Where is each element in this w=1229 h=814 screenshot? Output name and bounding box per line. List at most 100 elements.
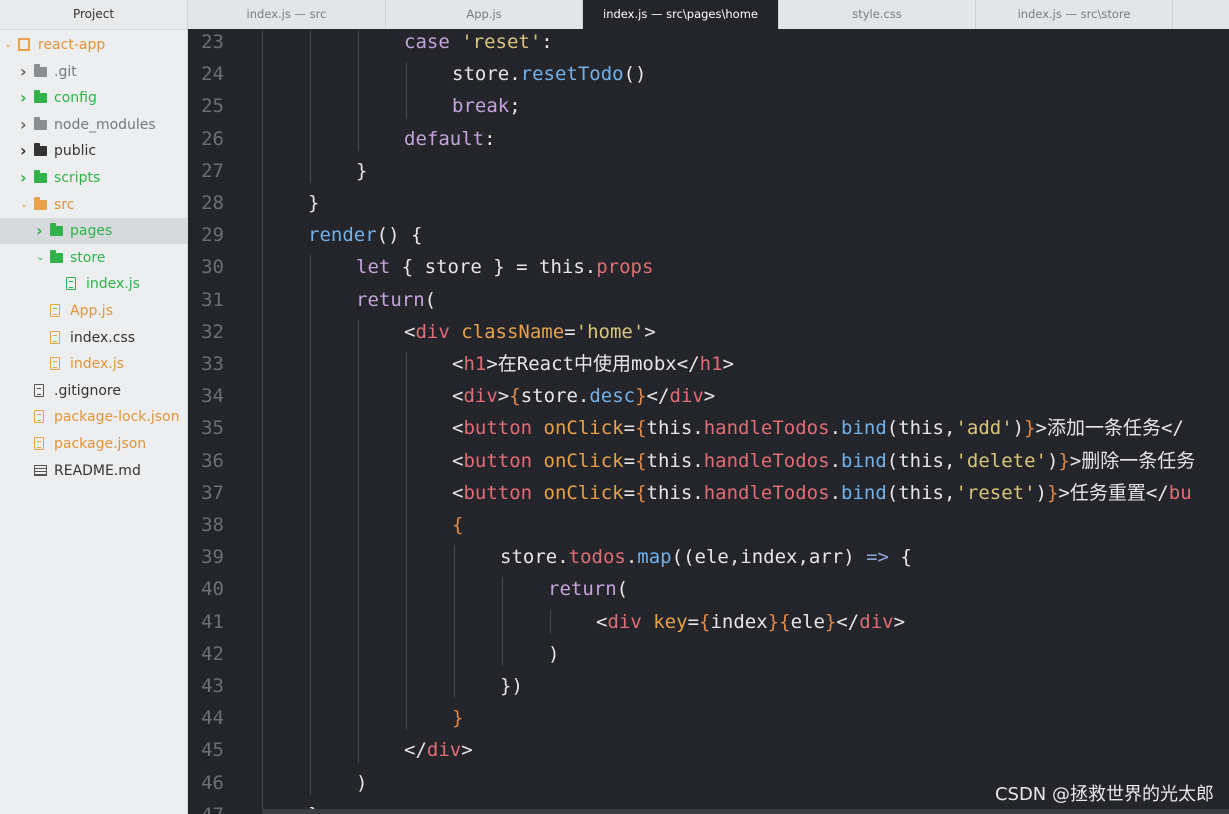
code-token: >添加一条任务</ — [1035, 417, 1184, 440]
tree-item-label: index.js — [70, 356, 124, 373]
code-line: <button onClick={this.handleTodos.bind(t… — [452, 477, 1192, 509]
editor-tab[interactable]: index.js — src\pages\home — [583, 0, 779, 29]
tree-item-label: store — [70, 249, 106, 266]
code-token: { — [779, 610, 791, 633]
code-token: ) — [356, 771, 368, 794]
line-number: 23 — [201, 31, 224, 53]
line-number: 42 — [201, 642, 224, 665]
code-token: handleTodos — [703, 481, 830, 504]
code-token: handleTodos — [703, 417, 830, 440]
chevron-right-icon[interactable]: › — [36, 218, 43, 244]
editor-tab[interactable]: index.js — src\store — [976, 0, 1173, 29]
code-token: ((ele,index,arr) — [671, 546, 867, 569]
chevron-right-icon[interactable]: › — [20, 85, 27, 111]
code-token: h1 — [463, 353, 487, 375]
code-token: () — [623, 63, 647, 86]
code-token: this. — [646, 417, 704, 440]
code-token: this. — [646, 449, 704, 472]
code-token: render — [308, 224, 377, 247]
code-token: > — [497, 385, 510, 408]
code-line: } — [308, 187, 319, 219]
tree-item[interactable]: .gitignore — [0, 378, 187, 404]
code-token: { store } = this. — [390, 256, 597, 279]
chevron-right-icon[interactable]: › — [20, 59, 27, 85]
editor-tab[interactable]: App.js — [386, 0, 583, 29]
code-token: { — [635, 481, 647, 504]
folder-icon — [34, 143, 47, 157]
code-token: { — [452, 514, 464, 536]
code-token: resetTodo — [520, 63, 624, 86]
chevron-right-icon[interactable]: › — [20, 165, 27, 191]
editor-tab[interactable]: style.css — [779, 0, 976, 29]
chevron-down-icon[interactable]: ⌄ — [20, 192, 28, 218]
watermark: CSDN @拯救世界的光太郎 — [994, 784, 1214, 805]
tree-item[interactable]: App.js — [0, 298, 187, 324]
chevron-down-icon[interactable]: ⌄ — [36, 245, 44, 271]
folder-icon — [34, 90, 47, 104]
tree-item[interactable]: index.css — [0, 325, 187, 351]
code-token: div — [415, 320, 450, 343]
line-number: 38 — [201, 514, 224, 536]
tree-item-label: App.js — [70, 303, 113, 319]
tree-item[interactable]: ⌄ react-app — [0, 32, 187, 58]
code-token: ) — [1046, 449, 1059, 472]
code-editor[interactable]: 23 24 25 26 27 28 29 30 31 32 33 34 35 36 37 38 39 40 41 42… — [188, 29, 1229, 814]
tree-item[interactable]: › config — [0, 85, 187, 111]
tree-item[interactable]: › .git — [0, 59, 187, 85]
chevron-right-icon[interactable]: › — [20, 138, 27, 164]
code-token: . — [625, 546, 638, 569]
tree-item[interactable]: index.js — [0, 271, 187, 297]
tab-bar: index.js — src App.js index.js — src\pages… — [188, 0, 1229, 29]
code-token: 'delete' — [955, 449, 1047, 472]
code-token: todos — [568, 546, 626, 569]
chevron-right-icon[interactable]: › — [20, 112, 27, 138]
tree-item[interactable]: ⌄ store — [0, 245, 187, 271]
code-line: return( — [548, 573, 628, 605]
indent-guide — [310, 30, 311, 183]
code-token: ) — [548, 642, 560, 665]
tree-item[interactable]: › scripts — [0, 165, 187, 191]
code-token: bind — [841, 417, 887, 440]
line-number: 25 — [201, 95, 224, 118]
tree-item[interactable]: › public — [0, 138, 187, 164]
code-token: button — [463, 449, 533, 472]
indent-guide — [406, 62, 407, 119]
tree-item[interactable]: › pages — [0, 218, 187, 245]
tree-item-label: scripts — [54, 170, 101, 186]
code-token: } — [452, 707, 464, 730]
code-token: > — [703, 385, 716, 408]
tree-item[interactable]: README.md — [0, 458, 187, 484]
code-token: }) — [500, 675, 523, 697]
code-token: div — [463, 385, 498, 408]
tree-item[interactable]: package-lock.json — [0, 404, 187, 430]
code-token: break — [452, 95, 510, 118]
code-line: let { store } = this.props — [356, 251, 653, 283]
tree-item[interactable]: index.js — [0, 351, 187, 377]
code-token: >删除一条任务 — [1069, 449, 1196, 472]
code-token: = — [623, 481, 636, 504]
line-number: 29 — [201, 224, 224, 247]
code-token: h1 — [699, 353, 723, 375]
code-token: default — [404, 127, 485, 150]
code-token: onClick — [543, 417, 624, 440]
horizontal-scrollbar[interactable] — [262, 809, 1229, 814]
code-token: onClick — [543, 449, 624, 472]
tree-item[interactable]: ⌄ src — [0, 192, 187, 218]
code-token: { — [699, 610, 711, 633]
editor-tab[interactable]: index.js — src — [188, 0, 386, 29]
code-line: <button onClick={this.handleTodos.bind(t… — [452, 412, 1184, 444]
code-token: store. — [520, 385, 590, 408]
tree-item[interactable]: package.json — [0, 431, 187, 457]
code-token: . — [829, 417, 842, 440]
chevron-down-icon[interactable]: ⌄ — [4, 32, 12, 58]
tree-item[interactable]: › node_modules — [0, 112, 187, 138]
file-icon — [34, 410, 44, 424]
line-number: 47 — [188, 799, 224, 814]
code-token: bu — [1168, 481, 1192, 504]
project-sidebar: Project ⌄ react-app › .git › config › node_modu… — [0, 0, 188, 814]
code-token: = — [564, 320, 576, 343]
code-token: { — [635, 417, 647, 440]
file-icon — [50, 357, 60, 371]
code-token: < — [596, 610, 608, 633]
